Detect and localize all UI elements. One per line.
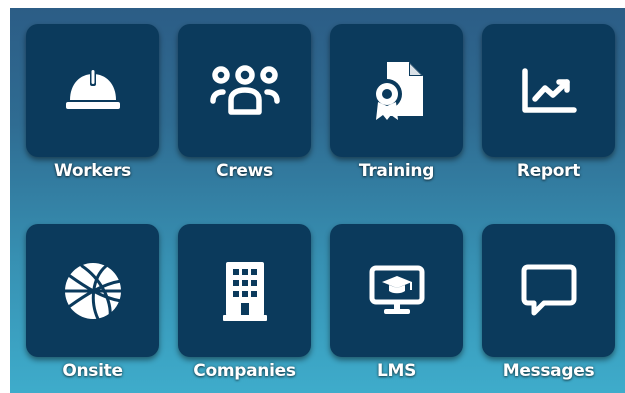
trend-chart-icon [521, 67, 577, 113]
certificate-document-icon [371, 61, 423, 120]
companies-tile[interactable]: Companies [178, 224, 311, 381]
app-grid: Workers Crews Training Report Onsite Com… [10, 8, 625, 393]
onsite-tile[interactable]: Onsite [26, 224, 159, 381]
crews-tile-button[interactable] [178, 24, 311, 157]
monitor-graduation-cap-icon [369, 265, 424, 314]
building-icon [222, 261, 267, 321]
workers-label: Workers [54, 161, 131, 181]
lms-tile-button[interactable] [330, 224, 463, 357]
messages-tile-button[interactable] [482, 224, 615, 357]
workers-tile-button[interactable] [26, 24, 159, 157]
crews-tile[interactable]: Crews [178, 24, 311, 181]
onsite-tile-button[interactable] [26, 224, 159, 357]
companies-label: Companies [193, 361, 296, 381]
report-tile-button[interactable] [482, 24, 615, 157]
users-group-icon [209, 64, 280, 115]
hard-hat-icon [65, 69, 120, 109]
lms-tile[interactable]: LMS [330, 224, 463, 381]
globe-icon [63, 262, 122, 320]
onsite-label: Onsite [62, 361, 123, 381]
messages-label: Messages [502, 361, 595, 381]
workers-tile[interactable]: Workers [26, 24, 159, 181]
report-label: Report [516, 161, 581, 181]
companies-tile-button[interactable] [178, 224, 311, 357]
training-tile-button[interactable] [330, 24, 463, 157]
lms-label: LMS [376, 361, 417, 381]
messages-tile[interactable]: Messages [482, 224, 615, 381]
crews-label: Crews [216, 161, 273, 181]
training-label: Training [358, 161, 435, 181]
training-tile[interactable]: Training [330, 24, 463, 181]
chat-bubble-icon [521, 264, 576, 315]
report-tile[interactable]: Report [482, 24, 615, 181]
